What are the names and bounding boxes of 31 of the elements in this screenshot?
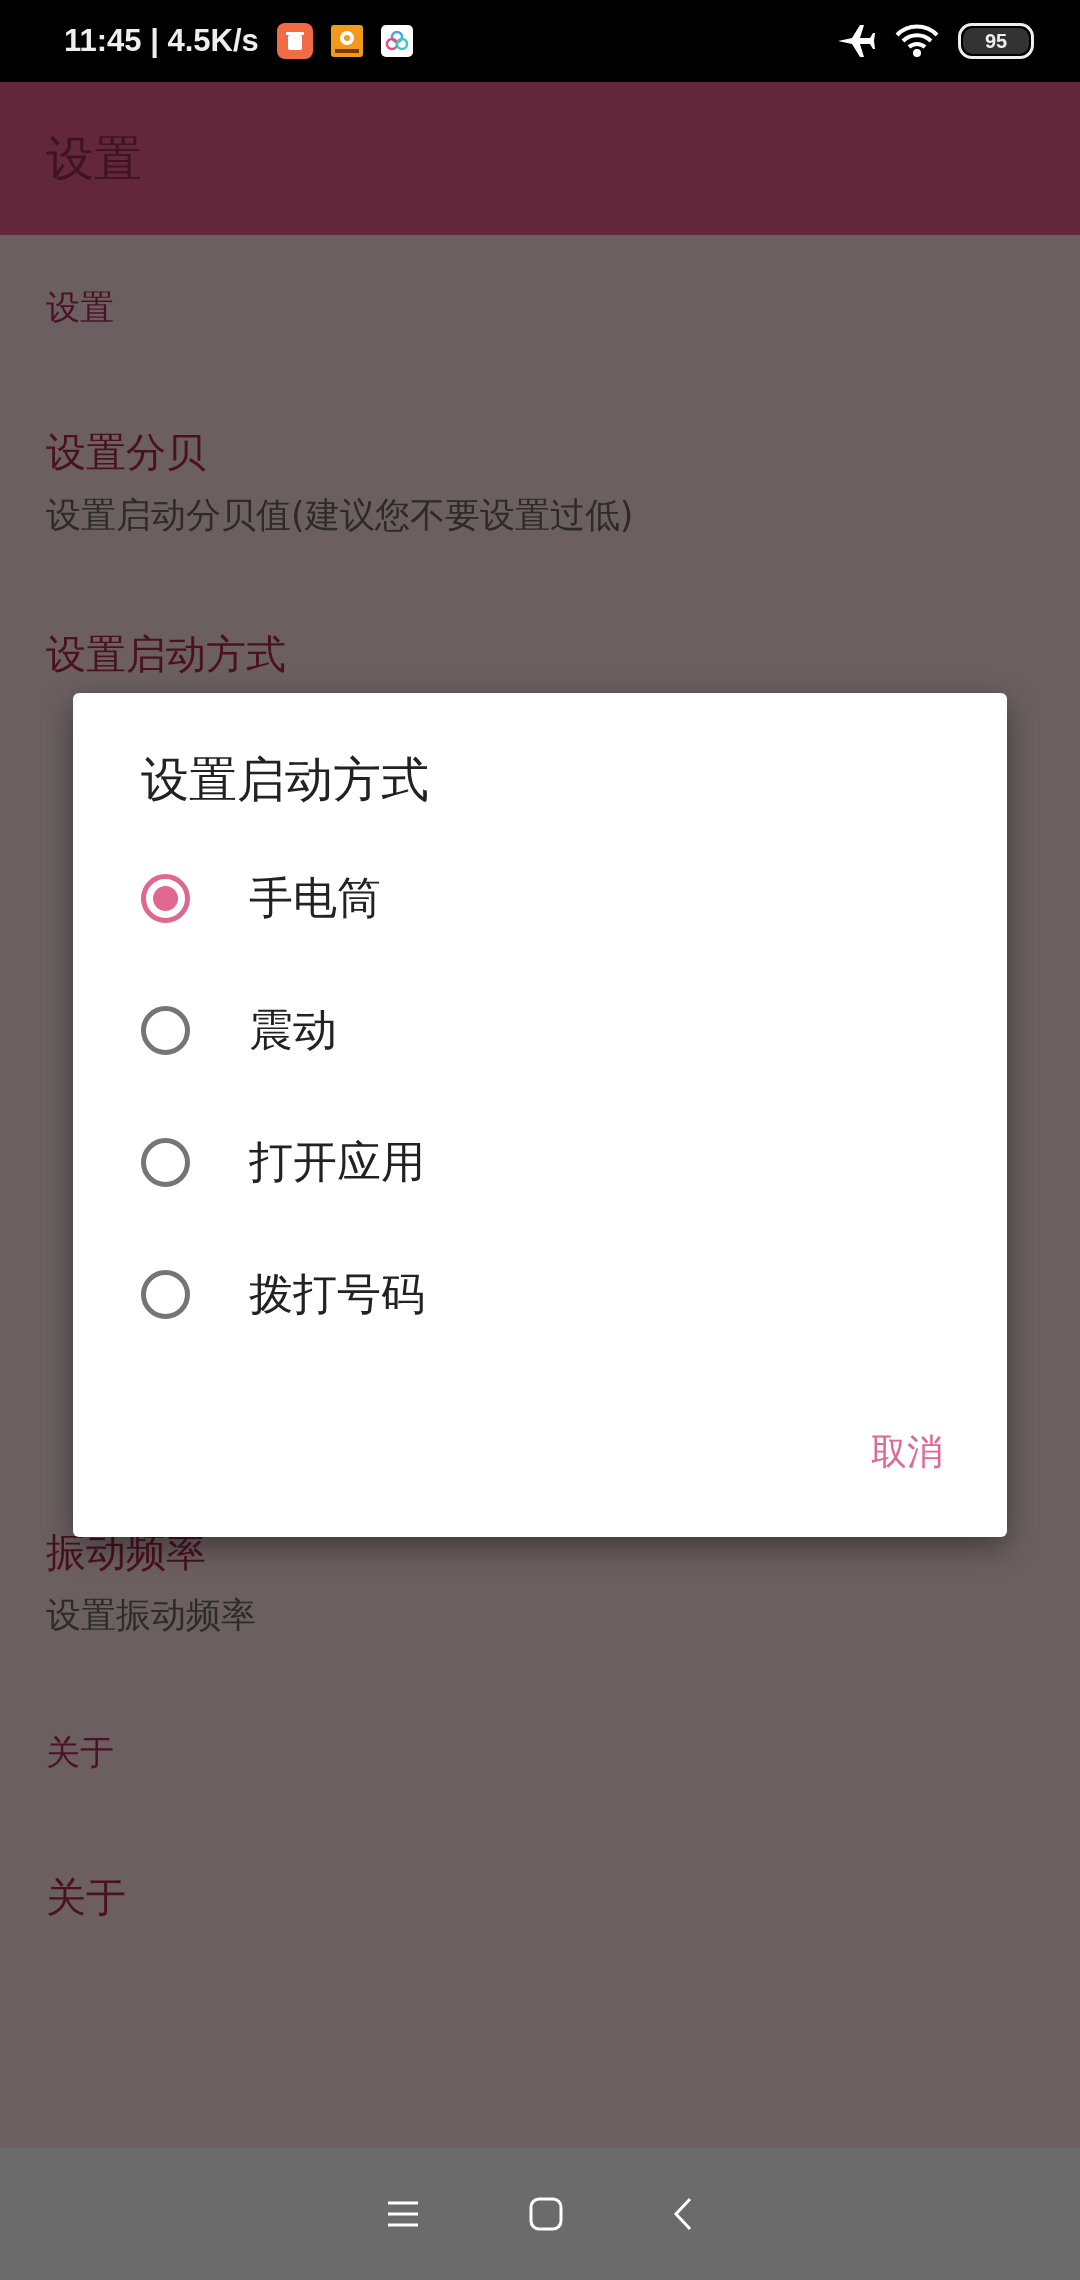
menu-icon[interactable] xyxy=(387,2200,419,2228)
radio-button[interactable] xyxy=(141,1269,190,1319)
section-header: 关于 xyxy=(46,1731,115,1774)
radio-option[interactable]: 震动 xyxy=(73,964,1007,1096)
trash-app-icon xyxy=(276,23,313,59)
settings-item[interactable]: 设置分贝 设置启动分贝值(建议您不要设置过低) xyxy=(0,381,1080,583)
wifi-icon xyxy=(894,23,940,59)
radio-button[interactable] xyxy=(141,1137,190,1187)
option-label: 震动 xyxy=(249,1002,337,1057)
dialog-title: 设置启动方式 xyxy=(141,750,429,809)
battery-icon: 95 xyxy=(958,23,1034,59)
settings-item[interactable]: 关于 xyxy=(0,1823,1080,1971)
section-header: 设置 xyxy=(46,286,115,329)
cancel-button[interactable]: 取消 xyxy=(857,1418,957,1487)
back-icon[interactable] xyxy=(673,2197,693,2231)
option-label: 拨打号码 xyxy=(249,1266,425,1321)
radio-button[interactable] xyxy=(141,1005,190,1055)
radio-option[interactable]: 拨打号码 xyxy=(73,1228,1007,1360)
radio-option[interactable]: 手电筒 xyxy=(73,832,1007,964)
item-title: 设置分贝 xyxy=(46,428,207,477)
home-icon[interactable] xyxy=(529,2197,563,2231)
radio-option[interactable]: 打开应用 xyxy=(73,1096,1007,1228)
item-title: 关于 xyxy=(46,1872,127,1922)
item-subtitle: 设置振动频率 xyxy=(46,1594,257,1637)
item-subtitle: 设置启动分贝值(建议您不要设置过低) xyxy=(46,494,635,537)
item-title: 设置启动方式 xyxy=(46,629,287,679)
cloud-app-icon xyxy=(380,25,413,57)
option-label: 手电筒 xyxy=(249,870,381,925)
radio-button[interactable] xyxy=(141,873,190,923)
option-label: 打开应用 xyxy=(249,1134,425,1189)
status-time: 11:45 | 4.5K/s xyxy=(64,23,259,59)
